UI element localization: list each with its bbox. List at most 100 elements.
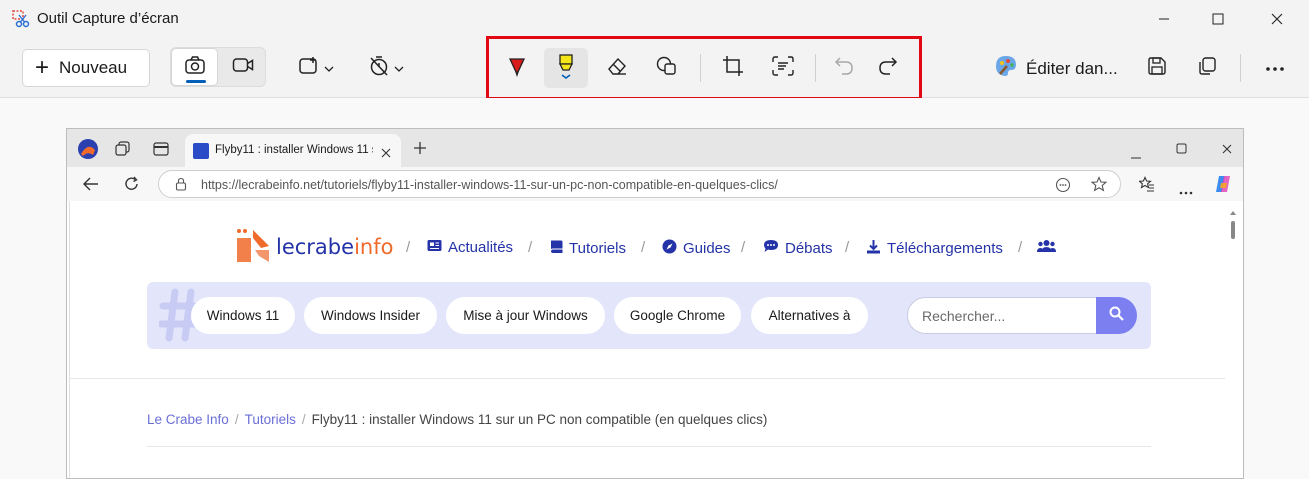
chat-bubble-icon: [763, 239, 779, 257]
screenshot-mode-button[interactable]: [171, 48, 218, 86]
active-indicator: [186, 80, 206, 83]
window-title: Outil Capture d’écran: [37, 10, 179, 27]
chevron-down-icon: [324, 59, 334, 77]
logo-part1: lecrabe: [276, 235, 355, 259]
breadcrumb-separator: /: [234, 412, 239, 427]
download-icon: [866, 239, 881, 258]
nav-label: Tutoriels: [569, 240, 626, 257]
nav-label: Guides: [683, 240, 731, 257]
annotation-highlight-box: [486, 36, 922, 100]
newspaper-icon: [427, 239, 442, 256]
browser-maximize-icon[interactable]: [1176, 141, 1187, 159]
nav-separator: /: [1018, 239, 1023, 256]
nav-separator: /: [641, 239, 646, 256]
nav-item-guides[interactable]: Guides: [662, 239, 731, 258]
workspaces-icon: [115, 141, 131, 162]
site-search-input[interactable]: Rechercher...: [907, 297, 1097, 334]
breadcrumb-divider: [147, 446, 1151, 447]
tab-actions-icon: [153, 141, 169, 162]
book-icon: [550, 239, 563, 258]
trending-tags-bar: Windows 11 Windows Insider Mise à jour W…: [147, 282, 1151, 349]
tab-close-icon[interactable]: [381, 145, 391, 163]
tab-title: Flyby11 : installer Windows 11 sur un PC…: [215, 144, 373, 156]
shape-select-icon: [298, 56, 320, 81]
nav-label: Actualités: [448, 239, 514, 256]
lock-icon: [175, 177, 187, 196]
save-icon: [1147, 56, 1167, 81]
tag-chip[interactable]: Windows 11: [191, 297, 295, 334]
nav-item-actualites[interactable]: Actualités: [427, 239, 513, 256]
new-capture-label: Nouveau: [59, 58, 128, 77]
title-bar: Outil Capture d’écran: [0, 0, 1309, 38]
maximize-button[interactable]: [1191, 0, 1245, 38]
copilot-icon[interactable]: [1212, 173, 1234, 200]
close-button[interactable]: [1250, 0, 1304, 38]
favorites-icon[interactable]: [1138, 176, 1155, 197]
refresh-icon[interactable]: [124, 176, 140, 197]
nav-label: Débats: [785, 239, 833, 257]
nav-separator: /: [528, 239, 533, 256]
breadcrumb-home[interactable]: Le Crabe Info: [147, 412, 229, 427]
timer-dropdown[interactable]: [360, 48, 412, 88]
copy-icon: [1197, 56, 1217, 81]
browser-address-row: https://lecrabeinfo.net/tutoriels/flyby1…: [67, 167, 1243, 201]
minimize-button[interactable]: [1137, 0, 1191, 38]
favorite-star-icon[interactable]: [1090, 176, 1108, 197]
snip-shape-dropdown[interactable]: [290, 48, 342, 88]
browser-tab[interactable]: Flyby11 : installer Windows 11 sur un PC…: [185, 134, 401, 167]
breadcrumb-section[interactable]: Tutoriels: [245, 412, 296, 427]
address-bar[interactable]: https://lecrabeinfo.net/tutoriels/flyby1…: [158, 170, 1121, 198]
tag-chip[interactable]: Alternatives à: [751, 297, 868, 334]
site-search-button[interactable]: [1096, 297, 1137, 334]
new-capture-button[interactable]: + Nouveau: [22, 49, 150, 87]
url-text: https://lecrabeinfo.net/tutoriels/flyby1…: [201, 178, 778, 192]
browser-tab-bar: Flyby11 : installer Windows 11 sur un PC…: [67, 129, 1243, 167]
search-icon: [1109, 306, 1124, 326]
copy-button[interactable]: [1186, 48, 1228, 88]
edit-in-paint-label: Éditer dan...: [1026, 59, 1118, 78]
url-path: /tutoriels/flyby11-installer-windows-11-…: [320, 178, 778, 192]
nav-item-telechargements[interactable]: Téléchargements: [866, 239, 1003, 258]
new-tab-icon[interactable]: [413, 141, 427, 160]
video-icon: [232, 56, 254, 79]
breadcrumb-separator: /: [301, 412, 306, 427]
logo-part2: info: [354, 235, 394, 259]
tag-chip[interactable]: Windows Insider: [304, 297, 437, 334]
more-icon: [1265, 59, 1285, 77]
compass-icon: [662, 239, 677, 258]
captured-screenshot: Flyby11 : installer Windows 11 sur un PC…: [66, 128, 1244, 479]
save-button[interactable]: [1136, 48, 1178, 88]
snipping-tool-icon: [12, 10, 30, 28]
site-logo-text[interactable]: lecrabeinfo: [276, 235, 393, 259]
chevron-down-icon: [394, 59, 404, 77]
search-placeholder: Rechercher...: [922, 307, 1006, 324]
browser-minimize-icon[interactable]: [1131, 146, 1141, 164]
site-logo-icon: [235, 228, 271, 269]
browser-close-icon[interactable]: [1222, 141, 1232, 159]
browser-menu-icon[interactable]: [1179, 182, 1193, 200]
site-favicon-icon: [193, 143, 209, 159]
toolbar-divider: [1240, 54, 1241, 82]
video-mode-button[interactable]: [219, 48, 266, 86]
url-host: https://lecrabeinfo.net: [201, 178, 321, 192]
nav-item-tutoriels[interactable]: Tutoriels: [550, 239, 626, 258]
back-arrow-icon[interactable]: [83, 177, 99, 196]
capture-mode-toggle: [170, 47, 266, 87]
reading-mode-icon[interactable]: [1055, 177, 1071, 198]
timer-off-icon: [368, 55, 390, 82]
profile-icon: [77, 138, 99, 165]
nav-separator: /: [406, 239, 411, 256]
page-divider: [69, 378, 1225, 379]
users-icon: [1037, 239, 1056, 257]
more-options-button[interactable]: [1254, 48, 1296, 88]
nav-label: Téléchargements: [887, 240, 1003, 257]
camera-icon: [184, 55, 206, 80]
nav-item-debats[interactable]: Débats: [763, 239, 833, 257]
tag-chip[interactable]: Mise à jour Windows: [446, 297, 605, 334]
nav-item-community[interactable]: [1037, 239, 1056, 257]
plus-icon: +: [35, 54, 50, 81]
paint-icon: [994, 54, 1018, 83]
page-scrollbar[interactable]: [1227, 207, 1239, 267]
tag-chip[interactable]: Google Chrome: [614, 297, 741, 334]
breadcrumb: Le Crabe Info / Tutoriels / Flyby11 : instal…: [147, 412, 767, 427]
